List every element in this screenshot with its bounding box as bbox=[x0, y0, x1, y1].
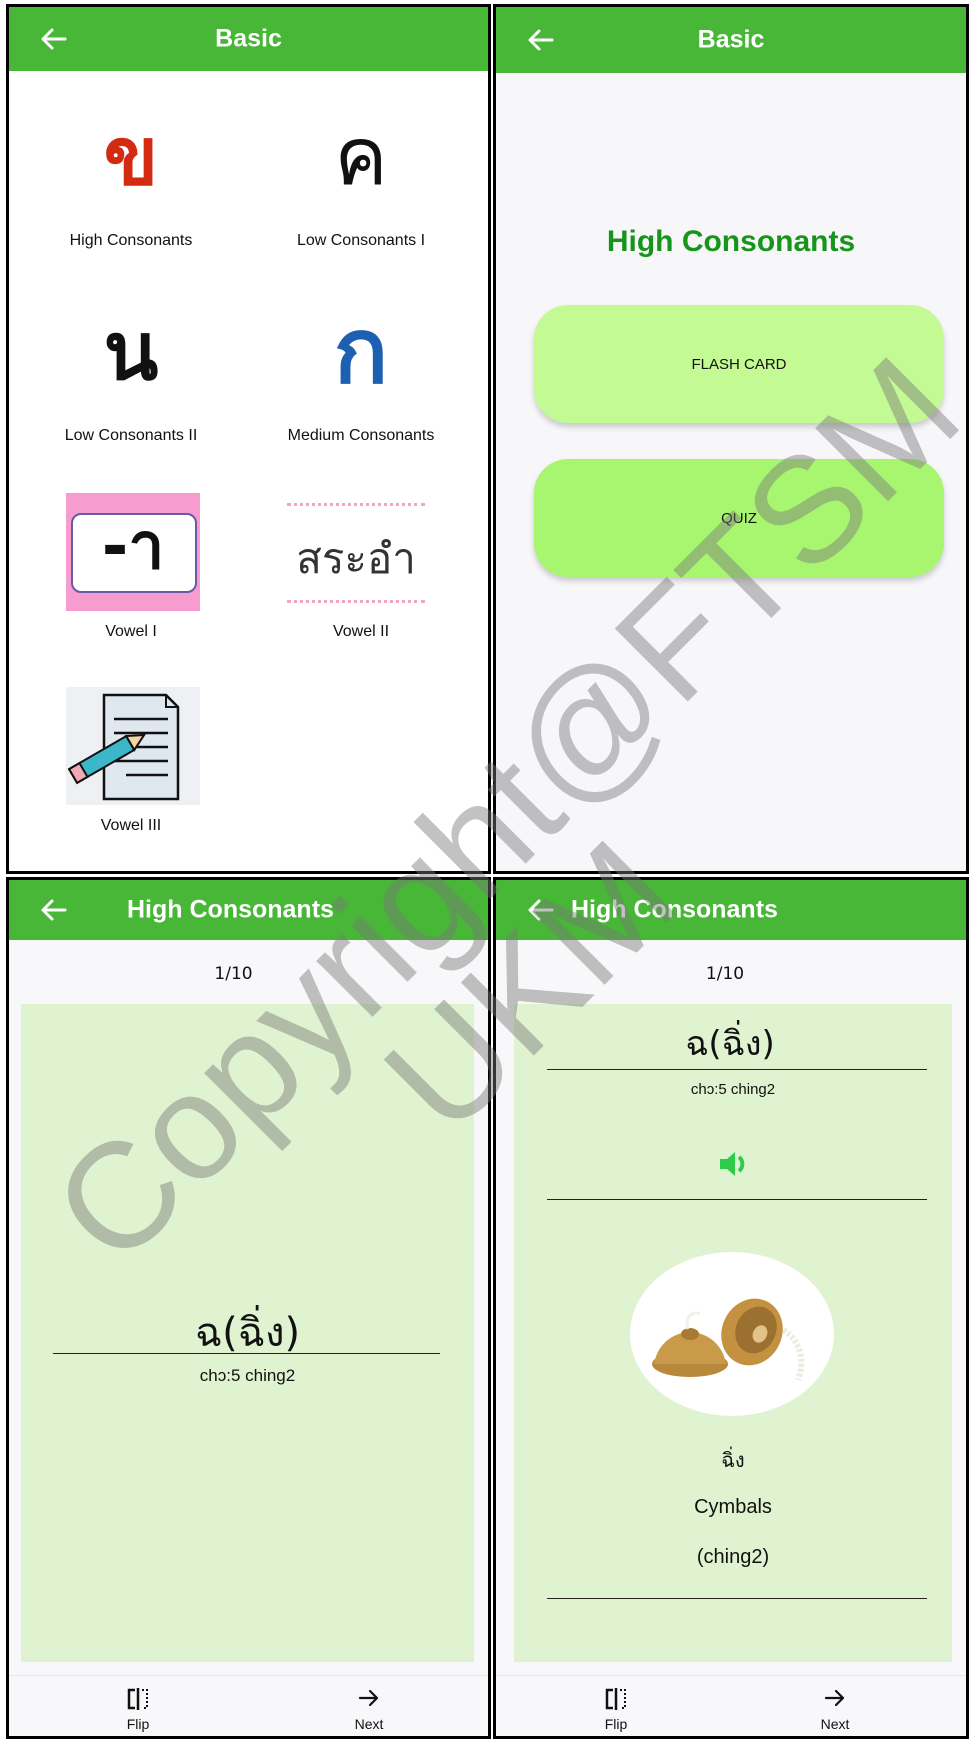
vowel-2-tile: สระอำ bbox=[287, 503, 425, 603]
category-label: Vowel III bbox=[100, 817, 162, 834]
category-label: Vowel II bbox=[332, 623, 390, 640]
flip-label: Flip bbox=[604, 1716, 628, 1732]
vowel-sara-aa: -า bbox=[101, 510, 165, 584]
arrow-right-icon bbox=[309, 1686, 429, 1716]
app-bar-title: High Consonants bbox=[571, 895, 778, 924]
bottom-navigation: Flip Next bbox=[9, 1675, 488, 1736]
flash-card-button[interactable]: FLASH CARD bbox=[534, 305, 944, 423]
back-arrow-icon[interactable] bbox=[524, 894, 556, 926]
thai-consonant: ฉ(ฉิ่ง) bbox=[194, 1310, 301, 1356]
back-arrow-icon[interactable] bbox=[37, 894, 69, 926]
word-romanization: (ching2) bbox=[696, 1546, 770, 1568]
category-label: Low Consonants II bbox=[64, 427, 198, 444]
word-thai: ฉิ่ง bbox=[721, 1448, 745, 1472]
category-low-consonants-1[interactable]: ค Low Consonants I bbox=[251, 110, 471, 250]
panel-flashcard-back: High Consonants 1/10 ฉ(ฉิ่ง) chɔ:5 ching… bbox=[493, 877, 969, 1739]
divider bbox=[547, 1069, 927, 1070]
vowel-sara-am: สระอำ bbox=[296, 534, 416, 583]
romanization: chɔ:5 ching2 bbox=[690, 1081, 776, 1098]
divider bbox=[547, 1598, 927, 1599]
romanization: chɔ:5 ching2 bbox=[199, 1366, 296, 1385]
thai-letter-kho-khai: ข bbox=[103, 110, 159, 203]
card-counter: 1/10 bbox=[705, 964, 745, 984]
thai-letter-kho-khwai: ค bbox=[334, 110, 388, 203]
app-bar-title: Basic bbox=[215, 24, 282, 53]
next-label: Next bbox=[354, 1716, 384, 1732]
speaker-icon[interactable] bbox=[716, 1146, 752, 1182]
next-label: Next bbox=[820, 1716, 850, 1732]
section-heading: High Consonants bbox=[606, 225, 856, 258]
next-button[interactable]: Next bbox=[309, 1676, 429, 1732]
next-button[interactable]: Next bbox=[775, 1676, 895, 1732]
document-pencil-icon bbox=[66, 687, 200, 805]
thai-letter-no-nu: น bbox=[103, 305, 159, 398]
word-english: Cymbals bbox=[694, 1496, 772, 1518]
app-bar-title: High Consonants bbox=[127, 895, 334, 924]
flip-button[interactable]: Flip bbox=[78, 1676, 198, 1732]
app-bar: High Consonants bbox=[496, 880, 966, 940]
category-high-consonants[interactable]: ข High Consonants bbox=[21, 110, 241, 250]
panel-basic-categories: Basic ข High Consonants ค Low Consonants… bbox=[6, 4, 491, 874]
divider bbox=[53, 1353, 440, 1354]
thai-consonant: ฉ(ฉิ่ง) bbox=[685, 1024, 775, 1064]
app-bar: High Consonants bbox=[9, 880, 488, 940]
quiz-button[interactable]: QUIZ bbox=[534, 459, 944, 577]
panel-flashcard-front: High Consonants 1/10 ฉ(ฉิ่ง) chɔ:5 ching… bbox=[6, 877, 491, 1739]
panel-high-consonants-menu: Basic High Consonants FLASH CARD QUIZ bbox=[493, 4, 969, 874]
category-label: Vowel I bbox=[105, 623, 157, 640]
cymbals-image bbox=[630, 1252, 834, 1416]
app-bar: Basic bbox=[9, 7, 488, 71]
card-counter: 1/10 bbox=[214, 964, 253, 984]
flashcard[interactable]: ฉ(ฉิ่ง) chɔ:5 ching2 ฉิ่ง Cymbals (ching… bbox=[514, 1004, 952, 1662]
flip-label: Flip bbox=[126, 1716, 150, 1732]
flip-icon bbox=[556, 1686, 676, 1716]
thai-letter-ko-kai: ก bbox=[333, 299, 389, 404]
category-label: Low Consonants I bbox=[296, 232, 426, 249]
vowel-1-tile: -า bbox=[66, 493, 200, 611]
category-label: High Consonants bbox=[69, 232, 193, 249]
flip-button[interactable]: Flip bbox=[556, 1676, 676, 1732]
category-low-consonants-2[interactable]: น Low Consonants II bbox=[21, 305, 241, 445]
category-medium-consonants[interactable]: ก Medium Consonants bbox=[251, 299, 471, 445]
flashcard[interactable]: ฉ(ฉิ่ง) chɔ:5 ching2 bbox=[21, 1004, 474, 1662]
bottom-navigation: Flip Next bbox=[496, 1675, 966, 1736]
category-label: Medium Consonants bbox=[287, 427, 435, 444]
app-bar-title: Basic bbox=[697, 25, 765, 54]
flip-icon bbox=[78, 1686, 198, 1716]
app-bar: Basic bbox=[496, 7, 966, 73]
arrow-right-icon bbox=[775, 1686, 895, 1716]
divider bbox=[547, 1199, 927, 1200]
